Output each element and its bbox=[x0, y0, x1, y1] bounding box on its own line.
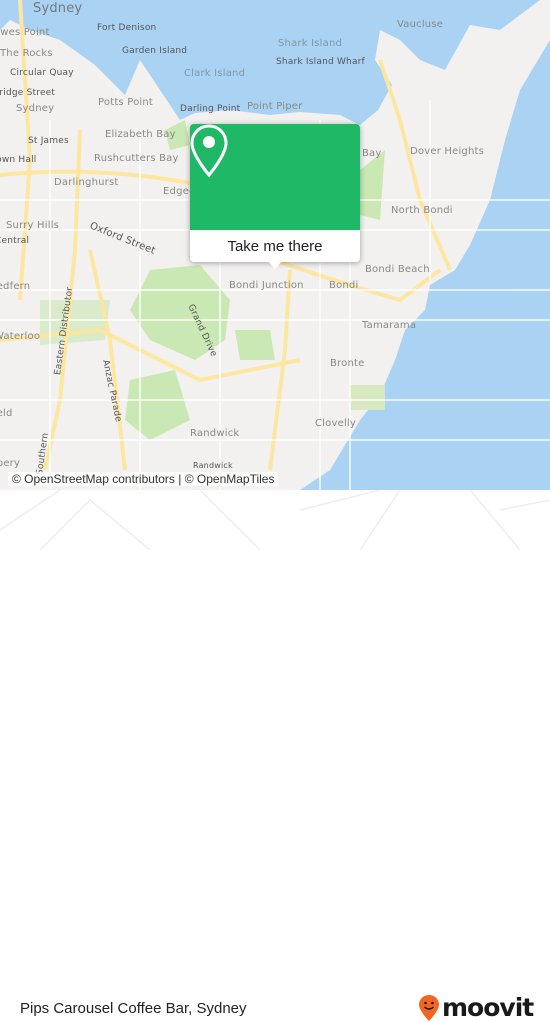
map-label: Rosebery bbox=[0, 458, 21, 469]
map-label: Bay bbox=[362, 148, 382, 159]
map-label: Bondi Junction bbox=[229, 280, 304, 291]
map-label: Rushcutters Bay bbox=[94, 153, 179, 164]
map[interactable]: Sydney Fort Denison Garden Island Shark … bbox=[0, 0, 550, 490]
map-label: Bondi bbox=[329, 280, 359, 291]
map-label: Bondi Beach bbox=[365, 264, 430, 275]
footer: Pips Carousel Coffee Bar, Sydney moovit bbox=[0, 490, 550, 1022]
popup-pointer bbox=[268, 261, 282, 269]
map-label: Dawes Point bbox=[0, 27, 50, 38]
map-label: Redfern bbox=[0, 281, 31, 292]
map-label: Central bbox=[0, 236, 30, 246]
map-label: Shark Island bbox=[278, 38, 343, 49]
map-label: Vaucluse bbox=[397, 19, 444, 30]
map-label: field bbox=[0, 408, 13, 419]
take-me-there-button[interactable]: Take me there bbox=[190, 230, 360, 262]
map-label: Tamarama bbox=[362, 320, 417, 331]
map-label: Waterloo bbox=[0, 331, 41, 342]
map-label: Darling Point bbox=[180, 104, 241, 114]
map-label: Town Hall bbox=[0, 155, 37, 165]
map-label: Clovelly bbox=[315, 418, 357, 429]
map-label: Point Piper bbox=[247, 101, 303, 112]
logo-text: moovit bbox=[442, 993, 534, 1022]
map-pin-icon bbox=[190, 124, 228, 178]
map-label: Dover Heights bbox=[410, 146, 485, 157]
map-label: Bronte bbox=[330, 358, 365, 369]
map-label: North Bondi bbox=[391, 205, 453, 216]
map-label: Elizabeth Bay bbox=[105, 129, 176, 140]
footer-pattern bbox=[0, 490, 550, 550]
map-label: Garden Island bbox=[122, 46, 188, 56]
map-label: Surry Hills bbox=[6, 220, 60, 231]
map-label: St James bbox=[28, 136, 69, 146]
map-label: Edgecliff bbox=[163, 186, 190, 197]
map-label: The Rocks bbox=[0, 48, 53, 59]
moovit-pin-icon bbox=[419, 994, 439, 1021]
map-label: Bridge Street bbox=[0, 88, 56, 98]
map-label: Randwick bbox=[193, 461, 233, 470]
map-attribution[interactable]: © OpenStreetMap contributors | © OpenMap… bbox=[8, 472, 279, 486]
map-label: Clark Island bbox=[184, 68, 246, 79]
map-label: Randwick bbox=[190, 428, 240, 439]
map-label: Sydney bbox=[33, 1, 83, 16]
map-label: Shark Island Wharf bbox=[276, 57, 365, 67]
place-name: Pips Carousel Coffee Bar, Sydney bbox=[20, 1000, 247, 1017]
map-label: Fort Denison bbox=[97, 23, 157, 33]
popup-header bbox=[190, 124, 360, 230]
moovit-logo[interactable]: moovit bbox=[418, 993, 534, 1022]
map-label: Circular Quay bbox=[10, 68, 74, 78]
map-label: Darlinghurst bbox=[54, 177, 119, 188]
map-label: Potts Point bbox=[98, 97, 154, 108]
location-popup: Take me there bbox=[190, 124, 360, 262]
map-label: Sydney bbox=[16, 103, 55, 114]
